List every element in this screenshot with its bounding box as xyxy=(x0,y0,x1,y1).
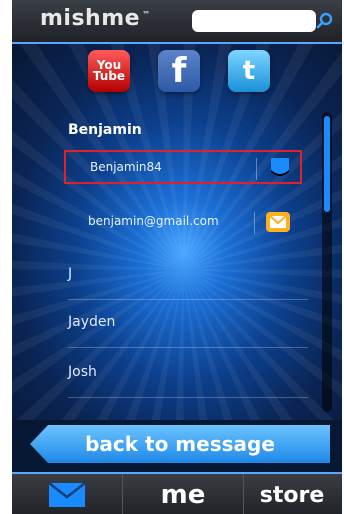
app-logo: mishme ™ xyxy=(40,6,151,31)
logo-tm: ™ xyxy=(142,9,151,19)
contact-item-label: J xyxy=(68,266,73,282)
logo-text: mishme xyxy=(40,6,141,31)
email-icon xyxy=(266,212,290,232)
contact-item-j[interactable]: J xyxy=(12,252,312,300)
row-divider xyxy=(254,212,255,234)
youtube-label-bottom: Tube xyxy=(92,69,126,83)
twitter-icon: t xyxy=(242,56,256,86)
facebook-icon: f xyxy=(171,51,187,91)
tab-me[interactable]: me xyxy=(122,474,244,514)
youtube-icon: You Tube xyxy=(92,59,126,83)
list-divider xyxy=(68,347,308,348)
phone-screen: mishme ™ You Tube f t Benjamin Benjamin84 xyxy=(12,0,342,514)
row-divider xyxy=(256,158,257,180)
twitter-button[interactable]: t xyxy=(228,50,270,92)
messenger-button[interactable] xyxy=(266,156,294,180)
search-icon xyxy=(316,12,333,29)
back-button-area: back to message xyxy=(12,420,342,472)
contact-name: Benjamin xyxy=(68,122,142,138)
email-row[interactable]: benjamin@gmail.com xyxy=(64,206,302,240)
contact-item-jayden[interactable]: Jayden xyxy=(12,300,312,348)
messenger-id: Benjamin84 xyxy=(90,160,162,174)
messenger-icon xyxy=(271,158,289,176)
back-to-message-button[interactable]: back to message xyxy=(30,425,330,463)
scrollbar[interactable] xyxy=(322,112,332,412)
scrollbar-thumb[interactable] xyxy=(324,116,330,212)
contact-item-label: Jayden xyxy=(68,314,116,330)
tab-store[interactable]: store xyxy=(242,474,342,514)
mail-icon xyxy=(48,482,86,507)
tab-mail[interactable] xyxy=(12,474,122,514)
email-button[interactable] xyxy=(264,210,292,234)
app-header: mishme ™ xyxy=(12,0,342,44)
contact-detail-panel: You Tube f t Benjamin Benjamin84 benjami… xyxy=(12,44,342,420)
contact-item-label: Josh xyxy=(68,364,97,380)
youtube-button[interactable]: You Tube xyxy=(88,50,130,92)
bottom-tab-bar: me store xyxy=(12,472,342,514)
search-input[interactable] xyxy=(192,10,316,32)
contact-item-josh[interactable]: Josh xyxy=(12,350,312,398)
search-button[interactable] xyxy=(314,9,336,33)
list-divider xyxy=(68,397,308,398)
email-address: benjamin@gmail.com xyxy=(88,214,219,228)
messenger-id-row[interactable]: Benjamin84 xyxy=(64,150,302,184)
facebook-button[interactable]: f xyxy=(158,50,200,92)
